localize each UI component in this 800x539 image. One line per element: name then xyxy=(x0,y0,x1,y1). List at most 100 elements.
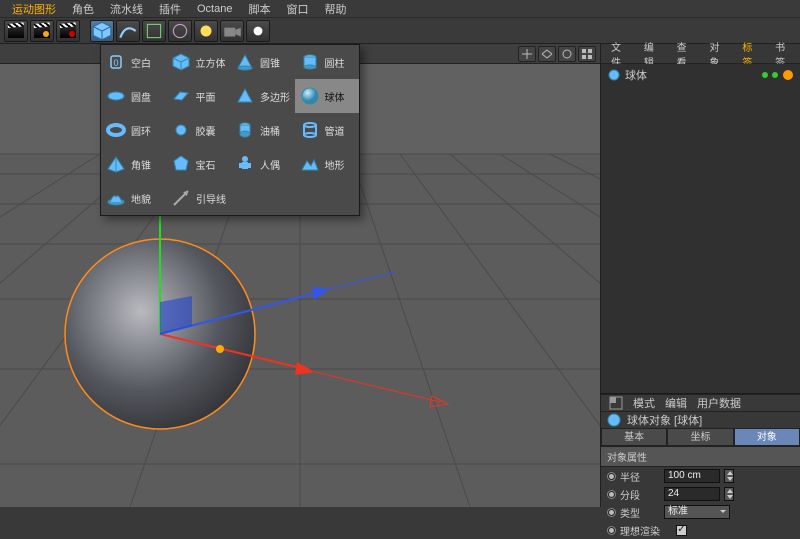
cylinder-icon xyxy=(299,51,321,73)
menu-help[interactable]: 帮助 xyxy=(316,0,354,18)
phong-tag-icon[interactable] xyxy=(782,69,794,81)
prim-figure[interactable]: 人偶 xyxy=(230,147,295,181)
prim-platonic[interactable]: 宝石 xyxy=(166,147,231,181)
attr-tab-basic[interactable]: 基本 xyxy=(601,428,667,446)
landscape-icon xyxy=(299,153,321,175)
relief-icon xyxy=(105,187,127,209)
add-scene-button[interactable] xyxy=(194,20,218,42)
prim-oiltank[interactable]: 油桶 xyxy=(230,113,295,147)
right-dock: 文件 编辑 查看 对象 标签 书签 球体 模式 编辑 用户数据 xyxy=(600,44,800,507)
object-manager[interactable]: 球体 xyxy=(601,64,800,394)
perspective-viewport[interactable]: 0空白 立方体 圆锥 圆柱 圆盘 平面 多边形 球体 圆环 胶囊 油桶 管道 xyxy=(0,44,600,507)
generator-icon xyxy=(143,20,165,42)
prim-null[interactable]: 0空白 xyxy=(101,45,166,79)
attribute-mode-bar: 模式 编辑 用户数据 xyxy=(601,394,800,411)
plane-icon xyxy=(170,85,192,107)
viewport-panel: 0空白 立方体 圆锥 圆柱 圆盘 平面 多边形 球体 圆环 胶囊 油桶 管道 xyxy=(0,44,600,507)
tree-item-sphere[interactable]: 球体 xyxy=(607,66,794,84)
mode-tab-userdata[interactable]: 用户数据 xyxy=(697,395,741,411)
prim-landscape[interactable]: 地形 xyxy=(295,147,360,181)
prim-plane[interactable]: 平面 xyxy=(166,79,231,113)
prim-torus[interactable]: 圆环 xyxy=(101,113,166,147)
add-spline-button[interactable] xyxy=(116,20,140,42)
render-frame-button[interactable] xyxy=(4,20,28,42)
tree-item-label: 球体 xyxy=(625,67,647,83)
attr-row-type: 类型 标准 xyxy=(601,503,800,521)
figure-icon xyxy=(234,153,256,175)
vp-layout-icon[interactable] xyxy=(578,46,596,62)
mode-icon[interactable] xyxy=(609,396,623,410)
light-icon xyxy=(247,20,269,42)
attr-radius-radio[interactable] xyxy=(607,472,616,481)
primitive-popup: 0空白 立方体 圆锥 圆柱 圆盘 平面 多边形 球体 圆环 胶囊 油桶 管道 xyxy=(100,44,360,216)
prim-guide[interactable]: 引导线 xyxy=(166,181,231,215)
pyramid-icon xyxy=(105,153,127,175)
attr-section-title: 对象属性 xyxy=(601,446,800,467)
attr-segments-spinner[interactable] xyxy=(724,487,734,501)
prim-tube[interactable]: 管道 xyxy=(295,113,360,147)
visibility-editor-dot[interactable] xyxy=(762,72,768,78)
attribute-header: 球体对象 [球体] xyxy=(601,411,800,428)
visibility-render-dot[interactable] xyxy=(772,72,778,78)
attr-tab-coord[interactable]: 坐标 xyxy=(667,428,733,446)
attr-tab-object[interactable]: 对象 xyxy=(734,428,800,446)
add-deformer-button[interactable] xyxy=(168,20,192,42)
menu-octane[interactable]: Octane xyxy=(189,2,240,16)
vp-zoom-icon[interactable] xyxy=(538,46,556,62)
menu-mograph[interactable]: 运动图形 xyxy=(4,0,64,18)
attr-type-select[interactable]: 标准 xyxy=(664,505,730,519)
attribute-section: 对象属性 半径 100 cm 分段 24 类型 标准 理想渲染 ✓ xyxy=(601,446,800,539)
platonic-icon xyxy=(170,153,192,175)
prim-sphere[interactable]: 球体 xyxy=(295,79,360,113)
vp-rotate-icon[interactable] xyxy=(558,46,576,62)
prim-disc[interactable]: 圆盘 xyxy=(101,79,166,113)
spline-icon xyxy=(117,20,139,42)
prim-cylinder[interactable]: 圆柱 xyxy=(295,45,360,79)
add-light-button[interactable] xyxy=(246,20,270,42)
attr-radius-input[interactable]: 100 cm xyxy=(664,469,720,483)
object-manager-tabs: 文件 编辑 查看 对象 标签 书签 xyxy=(601,44,800,64)
add-generator-button[interactable] xyxy=(142,20,166,42)
menu-window[interactable]: 窗口 xyxy=(278,0,316,18)
cone-icon xyxy=(234,51,256,73)
prim-pyramid[interactable]: 角锥 xyxy=(101,147,166,181)
add-camera-button[interactable] xyxy=(220,20,244,42)
oiltank-icon xyxy=(234,119,256,141)
prim-polygon[interactable]: 多边形 xyxy=(230,79,295,113)
capsule-icon xyxy=(170,119,192,141)
mode-tab-mode[interactable]: 模式 xyxy=(633,395,655,411)
guide-icon xyxy=(170,187,192,209)
attr-radius-spinner[interactable] xyxy=(724,469,734,483)
attr-ideal-radio[interactable] xyxy=(607,526,616,535)
camera-icon xyxy=(221,20,243,42)
render-region-button[interactable] xyxy=(30,20,54,42)
menu-character[interactable]: 角色 xyxy=(64,0,102,18)
add-primitive-button[interactable] xyxy=(90,20,114,42)
prim-cone[interactable]: 圆锥 xyxy=(230,45,295,79)
attr-radius-label: 半径 xyxy=(620,469,660,484)
attr-ideal-label: 理想渲染 xyxy=(620,523,672,538)
sphere-icon xyxy=(299,85,321,107)
menu-pipeline[interactable]: 流水线 xyxy=(102,0,151,18)
prim-capsule[interactable]: 胶囊 xyxy=(166,113,231,147)
attr-row-radius: 半径 100 cm xyxy=(601,467,800,485)
prim-relief[interactable]: 地貌 xyxy=(101,181,166,215)
vp-pan-icon[interactable] xyxy=(518,46,536,62)
tube-icon xyxy=(299,119,321,141)
svg-text:0: 0 xyxy=(113,58,118,68)
menu-plugins[interactable]: 插件 xyxy=(151,0,189,18)
cube-icon xyxy=(91,20,113,42)
attr-segments-radio[interactable] xyxy=(607,490,616,499)
cube-prim-icon xyxy=(170,51,192,73)
prim-cube[interactable]: 立方体 xyxy=(166,45,231,79)
attribute-title: 球体对象 [球体] xyxy=(627,412,702,428)
attr-segments-input[interactable]: 24 xyxy=(664,487,720,501)
disc-icon xyxy=(105,85,127,107)
menu-script[interactable]: 脚本 xyxy=(240,0,278,18)
main-menu-bar: 运动图形 角色 流水线 插件 Octane 脚本 窗口 帮助 xyxy=(0,0,800,18)
attr-row-ideal: 理想渲染 ✓ xyxy=(601,521,800,539)
attr-ideal-checkbox[interactable]: ✓ xyxy=(676,525,687,536)
attr-type-radio[interactable] xyxy=(607,508,616,517)
render-settings-button[interactable] xyxy=(56,20,80,42)
mode-tab-edit[interactable]: 编辑 xyxy=(665,395,687,411)
